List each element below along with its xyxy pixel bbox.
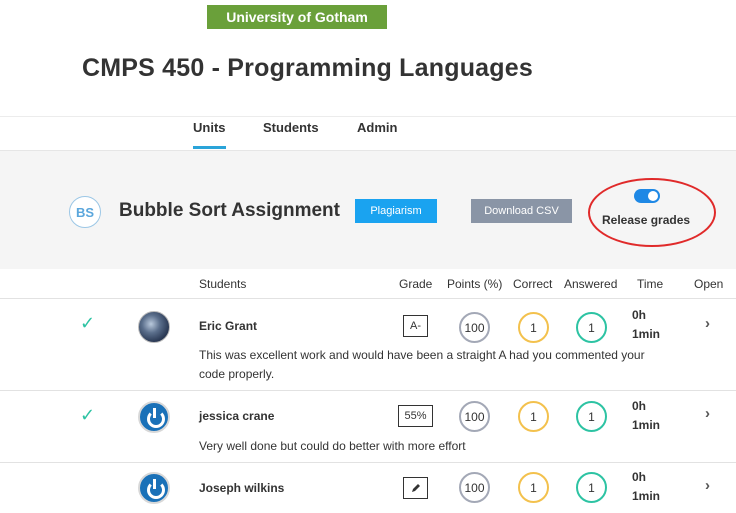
assignment-panel: BS Bubble Sort Assignment Plagiarism Dow… (0, 150, 736, 269)
grade-comment: Very well done but could do better with … (199, 439, 466, 453)
grade-box[interactable]: 55% (398, 405, 433, 427)
table-row: Joseph wilkins 100 1 1 0h 1min › (0, 462, 736, 513)
tab-students[interactable]: Students (263, 120, 319, 135)
check-icon: ✓ (80, 405, 96, 425)
time-spent: 0h 1min (632, 468, 660, 506)
plagiarism-button[interactable]: Plagiarism (355, 199, 437, 223)
answered-circle: 1 (576, 472, 607, 503)
release-grades-toggle[interactable] (634, 189, 660, 203)
table-row: ✓ Eric Grant A- 100 1 1 0h 1min › This w… (0, 298, 736, 390)
chevron-right-icon[interactable]: › (705, 315, 710, 332)
release-grades-label: Release grades (602, 213, 691, 227)
course-tabs: Units Students Admin (0, 116, 736, 149)
column-header-correct: Correct (513, 277, 553, 291)
course-title: CMPS 450 - Programming Languages (82, 54, 533, 82)
student-name[interactable]: Joseph wilkins (199, 481, 284, 495)
column-header-grade: Grade (399, 277, 433, 291)
university-badge: University of Gotham (207, 5, 387, 29)
check-icon: ✓ (80, 313, 96, 333)
time-spent: 0h 1min (632, 306, 660, 344)
correct-circle: 1 (518, 312, 549, 343)
assignment-avatar: BS (69, 196, 101, 228)
time-minutes: 1min (632, 418, 661, 432)
time-spent: 0h 1min (632, 397, 660, 435)
time-hours: 0h (632, 308, 647, 322)
time-minutes: 1min (632, 489, 661, 503)
table-row: ✓ jessica crane 55% 100 1 1 0h 1min › Ve… (0, 390, 736, 462)
points-circle: 100 (459, 401, 490, 432)
download-csv-button[interactable]: Download CSV (471, 199, 572, 223)
answered-circle: 1 (576, 401, 607, 432)
column-header-time: Time (637, 277, 664, 291)
power-avatar (138, 472, 170, 504)
chevron-right-icon[interactable]: › (705, 405, 710, 422)
grade-comment: This was excellent work and would have b… (199, 348, 645, 381)
column-header-students: Students (199, 277, 247, 291)
assignment-title: Bubble Sort Assignment (119, 200, 340, 221)
correct-circle: 1 (518, 472, 549, 503)
time-minutes: 1min (632, 327, 661, 341)
time-hours: 0h (632, 470, 647, 484)
answered-circle: 1 (576, 312, 607, 343)
column-header-points: Points (%) (447, 277, 503, 291)
pencil-icon (411, 484, 420, 492)
power-avatar (138, 401, 170, 433)
student-name[interactable]: jessica crane (199, 409, 274, 423)
tab-admin[interactable]: Admin (357, 120, 397, 135)
points-circle: 100 (459, 472, 490, 503)
time-hours: 0h (632, 399, 647, 413)
correct-circle: 1 (518, 401, 549, 432)
globe-avatar (138, 311, 170, 343)
chevron-right-icon[interactable]: › (705, 477, 710, 494)
column-header-open: Open (694, 277, 724, 291)
student-name[interactable]: Eric Grant (199, 319, 257, 333)
tab-units[interactable]: Units (193, 120, 226, 149)
grade-edit-button[interactable] (403, 477, 428, 499)
column-header-answered: Answered (564, 277, 618, 291)
grade-box[interactable]: A- (403, 315, 428, 337)
points-circle: 100 (459, 312, 490, 343)
